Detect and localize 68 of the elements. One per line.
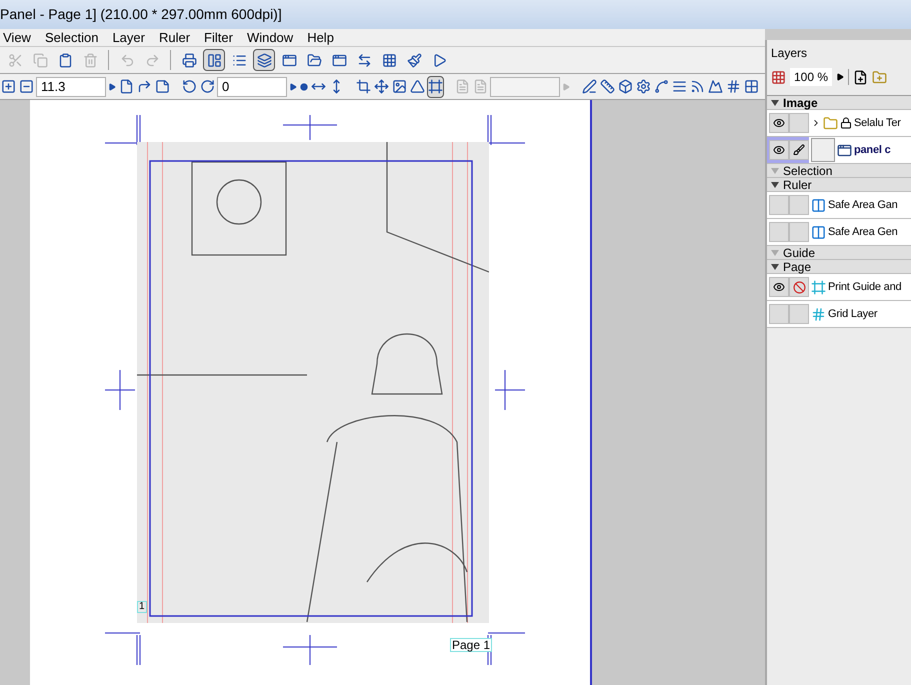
grid-layer-icon: [811, 306, 826, 322]
opacity-field[interactable]: 100 %: [790, 68, 832, 86]
edit-toggle[interactable]: [789, 304, 809, 324]
lock-icon[interactable]: [840, 117, 852, 129]
visibility-toggle[interactable]: [769, 304, 789, 324]
layer-name: Grid Layer: [828, 306, 878, 322]
eye-icon: [773, 281, 785, 293]
layer-row[interactable]: Safe Area Gen: [767, 219, 911, 246]
group-name: Guide: [783, 246, 816, 258]
edit-toggle[interactable]: [789, 195, 809, 215]
layer-name: Selalu Ter: [854, 116, 901, 131]
group-name: Ruler: [783, 178, 812, 190]
layer-name: Safe Area Gen: [828, 224, 898, 240]
frame-icon[interactable]: [427, 76, 444, 98]
no-output-icon: [792, 280, 806, 294]
layer-thumbnail: [811, 138, 835, 162]
menu-item[interactable]: Filter: [204, 28, 233, 48]
pen-icon: [793, 144, 805, 156]
panel-title: Layers: [770, 45, 808, 62]
number-field[interactable]: 0: [217, 76, 287, 96]
folder-icon: [823, 116, 838, 130]
arrow-icon[interactable]: [836, 73, 844, 81]
layer-group-header[interactable]: Page: [767, 260, 911, 274]
layer-row[interactable]: Safe Area Gan: [767, 192, 911, 219]
visibility-toggle[interactable]: [769, 195, 789, 215]
guide-layer-icon: [811, 280, 826, 294]
window-title: Panel - Page 1] (210.00 * 297.00mm 600dpi)]: [0, 5, 282, 24]
edit-toggle[interactable]: [789, 277, 809, 297]
layer-row[interactable]: panel c: [767, 137, 911, 164]
expand-icon[interactable]: [771, 264, 779, 270]
layer-row[interactable]: Selalu Ter: [767, 110, 911, 137]
layer-name: Safe Area Gan: [828, 198, 898, 213]
edit-toggle[interactable]: [789, 113, 809, 133]
layer-name: Print Guide and: [828, 280, 902, 295]
menu-item[interactable]: Ruler: [158, 28, 190, 48]
layer-row[interactable]: Grid Layer: [767, 301, 911, 328]
ruler-layer-icon: [811, 198, 826, 212]
visibility-toggle[interactable]: [769, 113, 789, 133]
number-field[interactable]: 11.3: [36, 76, 106, 96]
visibility-toggle[interactable]: [769, 140, 789, 160]
layer-group-header[interactable]: Image: [767, 96, 911, 110]
panel-icon[interactable]: [203, 49, 225, 71]
color-grid-icon[interactable]: [771, 70, 786, 84]
layer-group-header[interactable]: Ruler: [767, 178, 911, 192]
group-name: Page: [783, 260, 812, 272]
menu-item[interactable]: Help: [307, 28, 334, 48]
group-name: Image: [783, 96, 818, 108]
edit-toggle[interactable]: [789, 140, 809, 160]
menu-item[interactable]: Window: [246, 28, 294, 48]
group-name: Selection: [783, 164, 832, 176]
edit-toggle[interactable]: [789, 222, 809, 242]
expand-icon[interactable]: [771, 182, 779, 188]
menu-item[interactable]: Layer: [112, 28, 145, 48]
ruler-layer-icon: [811, 224, 826, 240]
layer-row[interactable]: Print Guide and: [767, 274, 911, 301]
visibility-toggle[interactable]: [769, 222, 789, 242]
eye-icon: [773, 144, 785, 156]
layer-name: panel c: [854, 142, 891, 158]
raster-layer-icon: [837, 142, 852, 158]
panel-number: 1: [137, 601, 147, 613]
menu-item[interactable]: Selection: [44, 28, 98, 48]
eye-icon: [773, 117, 785, 129]
layers-icon[interactable]: [253, 49, 275, 71]
expand-icon[interactable]: [771, 100, 779, 106]
page-label: Page 1: [450, 638, 492, 652]
visibility-toggle[interactable]: [769, 277, 789, 297]
menu-item[interactable]: View: [3, 28, 31, 48]
new-layer-icon[interactable]: [853, 70, 868, 84]
